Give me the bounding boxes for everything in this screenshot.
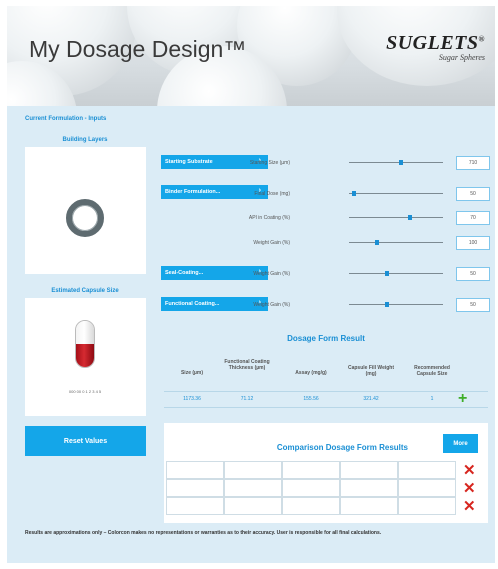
section-title: Current Formulation - Inputs bbox=[25, 116, 107, 122]
comparison-cell bbox=[282, 479, 340, 497]
layer-ring-graphic bbox=[66, 199, 104, 237]
capsule-graphic bbox=[75, 320, 95, 368]
comparison-cell bbox=[398, 497, 456, 515]
binder-weight-gain-input[interactable]: 100 bbox=[456, 236, 490, 250]
param-label: Weight Gain (%) bbox=[253, 302, 290, 308]
comparison-cell bbox=[340, 497, 398, 515]
final-dose-slider[interactable] bbox=[349, 191, 443, 196]
comparison-cell bbox=[340, 479, 398, 497]
capsule-size-title: Estimated Capsule Size bbox=[51, 288, 119, 294]
divider bbox=[164, 391, 488, 392]
reset-values-button[interactable]: Reset Values bbox=[25, 426, 146, 456]
functional-weight-gain-input[interactable]: 50 bbox=[456, 298, 490, 312]
result-header-thickness: Functional Coating Thickness (µm) bbox=[224, 359, 270, 371]
param-label: Weight Gain (%) bbox=[253, 240, 290, 246]
comparison-cell bbox=[398, 461, 456, 479]
comparison-cell bbox=[282, 497, 340, 515]
comparison-cell bbox=[224, 497, 282, 515]
building-layers-panel bbox=[25, 147, 146, 274]
comparison-cell bbox=[282, 461, 340, 479]
close-icon[interactable]: ✕ bbox=[463, 481, 476, 496]
param-label: Final Dose (mg) bbox=[254, 191, 290, 197]
result-header-size: Size (µm) bbox=[180, 370, 204, 376]
param-label: Starting Size (µm) bbox=[249, 160, 290, 166]
comparison-title: Comparison Dosage Form Results bbox=[276, 443, 408, 452]
result-thickness-value: 71.12 bbox=[240, 396, 254, 402]
brand-logo: SUGLETS® Sugar Spheres bbox=[386, 32, 485, 62]
header: My Dosage Design™ SUGLETS® Sugar Spheres bbox=[7, 6, 495, 106]
capsule-scale: 000 00 0 1 2 3 4 5 bbox=[68, 389, 102, 394]
app-container: My Dosage Design™ SUGLETS® Sugar Spheres… bbox=[7, 6, 495, 563]
starting-size-input[interactable]: 710 bbox=[456, 156, 490, 170]
binder-weight-gain-slider[interactable] bbox=[349, 240, 443, 245]
result-fill-weight-value: 321.42 bbox=[363, 396, 379, 402]
final-dose-input[interactable]: 50 bbox=[456, 187, 490, 201]
param-label: Weight Gain (%) bbox=[253, 271, 290, 277]
more-button[interactable]: More bbox=[443, 434, 478, 453]
comparison-cell bbox=[166, 479, 224, 497]
result-assay-value: 155.56 bbox=[303, 396, 319, 402]
slider-thumb[interactable] bbox=[351, 191, 356, 196]
app-title: My Dosage Design™ bbox=[29, 36, 247, 62]
disclaimer-footer: Results are approximations only – Colorc… bbox=[25, 530, 382, 536]
seal-weight-gain-input[interactable]: 50 bbox=[456, 267, 490, 281]
comparison-cell bbox=[166, 497, 224, 515]
slider-thumb[interactable] bbox=[375, 240, 380, 245]
result-header-assay: Assay (mg/g) bbox=[295, 370, 327, 376]
comparison-cell bbox=[166, 461, 224, 479]
result-header-capsule-size: Recommended Capsule Size bbox=[414, 365, 450, 377]
plus-icon[interactable]: + bbox=[458, 391, 467, 407]
close-icon[interactable]: ✕ bbox=[463, 463, 476, 478]
seal-coating-label: Seal-Coating... bbox=[165, 270, 204, 276]
functional-weight-gain-slider[interactable] bbox=[349, 302, 443, 307]
result-header-fill-weight: Capsule Fill Weight (mg) bbox=[347, 365, 395, 377]
divider bbox=[164, 407, 488, 408]
result-capsule-size-value: 1 bbox=[430, 396, 434, 402]
building-layers-title: Building Layers bbox=[62, 137, 108, 143]
api-coating-input[interactable]: 70 bbox=[456, 211, 490, 225]
slider-thumb[interactable] bbox=[384, 302, 389, 307]
comparison-cell bbox=[340, 461, 398, 479]
capsule-size-panel: 000 00 0 1 2 3 4 5 bbox=[25, 298, 146, 416]
dosage-result-title: Dosage Form Result bbox=[287, 334, 365, 343]
slider-thumb[interactable] bbox=[408, 215, 413, 220]
result-size-value: 1173.36 bbox=[183, 396, 201, 402]
logo-reg-mark: ® bbox=[478, 34, 485, 44]
comparison-cell bbox=[224, 479, 282, 497]
comparison-panel: Comparison Dosage Form Results More ✕ ✕ … bbox=[164, 423, 488, 523]
slider-thumb[interactable] bbox=[384, 271, 389, 276]
starting-size-slider[interactable] bbox=[349, 160, 443, 165]
api-coating-slider[interactable] bbox=[349, 215, 443, 220]
close-icon[interactable]: ✕ bbox=[463, 499, 476, 514]
seal-weight-gain-slider[interactable] bbox=[349, 271, 443, 276]
logo-text: SUGLETS bbox=[386, 32, 479, 54]
comparison-cell bbox=[398, 479, 456, 497]
comparison-cell bbox=[224, 461, 282, 479]
param-label: API in Coating (%) bbox=[248, 215, 290, 221]
slider-thumb[interactable] bbox=[398, 160, 403, 165]
